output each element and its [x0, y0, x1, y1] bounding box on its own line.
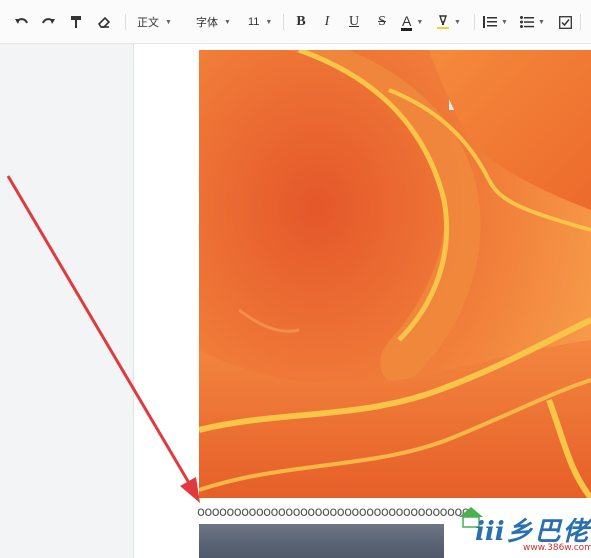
ordered-list-button[interactable]: ▼ — [483, 11, 508, 33]
flower-petal-image — [199, 50, 591, 498]
redo-icon[interactable] — [38, 11, 58, 33]
font-color-label: A — [401, 12, 413, 31]
watermark-url: www.386w.com — [523, 543, 591, 553]
font-family-label: 字体 — [196, 17, 218, 29]
strikethrough-label: S — [378, 14, 386, 29]
font-color-button[interactable]: A ▼ — [401, 11, 423, 33]
separator — [283, 14, 284, 30]
ordered-list-icon — [483, 16, 497, 28]
font-family-dropdown[interactable]: 字体 ▼ — [196, 11, 231, 33]
eraser-icon[interactable] — [94, 11, 114, 33]
paragraph-style-dropdown[interactable]: 正文 ▼ — [137, 11, 172, 33]
chevron-down-icon: ▼ — [265, 18, 273, 26]
font-size-dropdown[interactable]: 11 ▼ — [248, 11, 272, 33]
italic-label: I — [324, 14, 330, 29]
document-text-line[interactable]: ooooooooooooooooooooooooooooooooooooo — [197, 505, 470, 521]
second-image[interactable] — [199, 524, 444, 558]
chevron-down-icon: ▼ — [416, 18, 424, 26]
document-margin-area — [0, 44, 134, 558]
separator — [580, 14, 581, 30]
highlight-icon — [437, 15, 449, 29]
bold-button[interactable]: B — [292, 11, 310, 33]
watermark: ⅲ乡巴佬 www.386w.com — [445, 503, 591, 558]
underline-label: U — [348, 14, 360, 29]
chevron-down-icon: ▼ — [165, 18, 172, 26]
font-size-label: 11 — [248, 16, 260, 28]
chevron-down-icon: ▼ — [454, 18, 461, 26]
separator — [474, 14, 475, 30]
highlight-button[interactable]: ▼ — [436, 11, 461, 33]
inserted-image[interactable] — [199, 50, 591, 498]
checklist-button[interactable] — [558, 11, 572, 33]
chevron-down-icon: ▼ — [224, 18, 231, 26]
separator — [125, 14, 126, 30]
undo-icon[interactable] — [12, 11, 32, 33]
underline-button[interactable]: U — [345, 11, 363, 33]
toolbar: 正文 ▼ 字体 ▼ 11 ▼ B I U S A ▼ ▼ ▼ ▼ — [0, 0, 591, 44]
checklist-icon — [558, 15, 572, 29]
chevron-down-icon: ▼ — [501, 18, 508, 26]
format-painter-icon[interactable] — [66, 11, 86, 33]
italic-button[interactable]: I — [318, 11, 336, 33]
strikethrough-button[interactable]: S — [373, 11, 391, 33]
paragraph-style-label: 正文 — [137, 17, 159, 29]
bold-label: B — [296, 14, 306, 29]
bullet-list-button[interactable]: ▼ — [520, 11, 545, 33]
chevron-down-icon: ▼ — [538, 18, 545, 26]
bullet-list-icon — [520, 16, 534, 28]
